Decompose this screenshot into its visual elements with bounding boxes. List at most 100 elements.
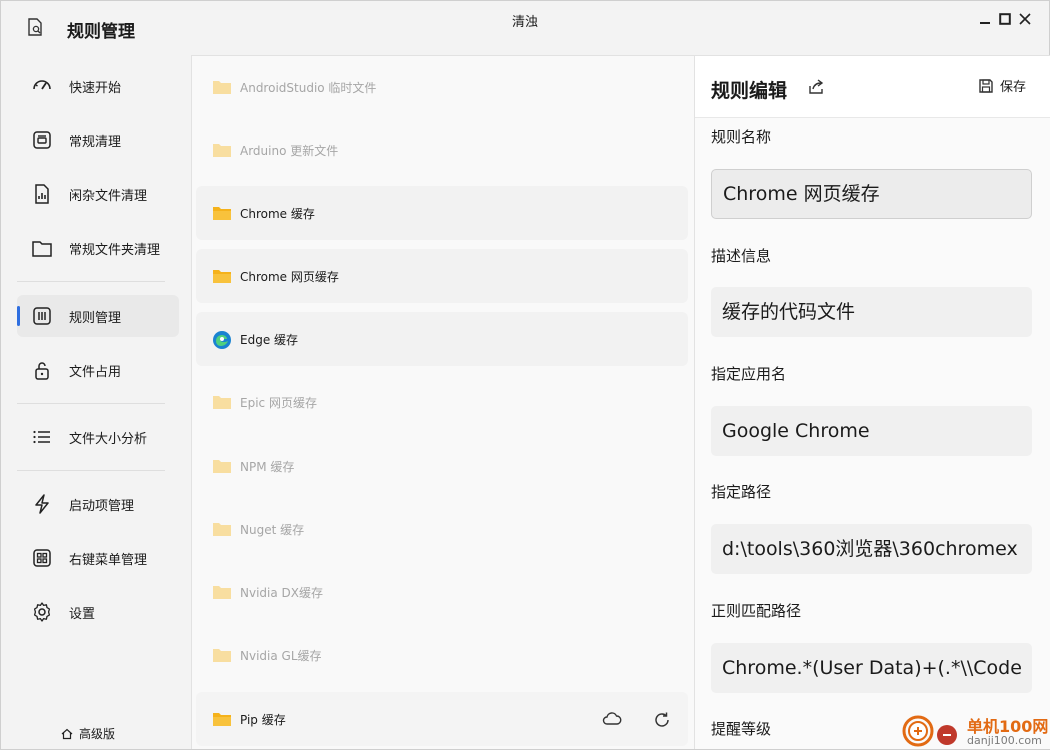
watermark-url: danji100.com [967,734,1042,747]
rule-name-input[interactable]: Chrome 网页缓存 [711,169,1032,219]
folder-icon [212,393,232,411]
close-button[interactable] [1015,9,1035,29]
editor-header: 规则编辑 保存 [695,56,1050,118]
window-title: 清浊 [511,15,538,30]
close-icon [1019,13,1031,25]
folder-icon [212,267,232,285]
folder-icon [212,457,232,475]
sidebar-item-size-analysis[interactable]: 文件大小分析 [17,416,179,458]
path-input[interactable]: d:\tools\360浏览器\360chromex [711,524,1032,574]
sidebar-item-file-usage[interactable]: 文件占用 [17,349,179,391]
folder-icon [212,78,232,96]
rule-row[interactable]: NPM 缓存 [196,439,688,493]
save-button[interactable]: 保存 [978,76,1026,95]
rule-editor: 规则编辑 保存 规则名称 Chrome 网页缓存 描述信息 缓存的代码文件 指定… [694,55,1050,749]
sidebar-item-label: 快速开始 [69,81,122,96]
sidebar-item-rule-management[interactable]: 规则管理 [17,295,179,337]
rule-label: AndroidStudio 临时文件 [240,81,377,95]
unlock-icon [31,359,53,381]
cleaning-icon [31,129,53,151]
rule-row[interactable]: Nuget 缓存 [196,502,688,556]
rule-row[interactable]: Chrome 缓存 [196,186,688,240]
home-icon [61,728,73,739]
sidebar-item-regular-clean[interactable]: 常规清理 [17,119,179,161]
sidebar-item-label: 常规清理 [69,135,122,150]
sidebar-item-label: 启动项管理 [69,499,135,514]
maximize-icon [999,13,1011,25]
maximize-button[interactable] [995,9,1015,29]
alert-level-label: 提醒等级 [711,720,772,738]
regex-path-input[interactable]: Chrome.*(User Data)+(.*\\Code [711,643,1032,693]
rule-label: Pip 缓存 [240,713,286,727]
sidebar-item-quick-start[interactable]: 快速开始 [17,65,179,107]
divider [17,281,165,282]
rule-row[interactable]: Nvidia DX缓存 [196,565,688,619]
sidebar-item-label: 常规文件夹清理 [69,243,161,258]
folder-icon [212,583,232,601]
description-label: 描述信息 [711,247,772,265]
divider [17,403,165,404]
app-window: 规则管理 清浊 快速开始 常规清理 闲杂文件清理 常规文件夹清理 规则管理 文件… [0,0,1050,750]
sidebar-item-settings[interactable]: 设置 [17,591,179,633]
rules-icon [31,305,53,327]
rule-row[interactable]: Pip 缓存 [196,692,688,746]
folder-icon [212,710,232,728]
active-indicator [17,306,20,326]
rule-row[interactable]: Epic 网页缓存 [196,375,688,429]
regex-path-label: 正则匹配路径 [711,602,802,620]
rule-label: Epic 网页缓存 [240,396,317,410]
lightning-icon [31,493,53,515]
rule-label: Arduino 更新文件 [240,144,339,158]
speedometer-icon [31,75,53,97]
rule-label: Nuget 缓存 [240,523,305,537]
list-icon [31,426,53,448]
sidebar-item-label: 规则管理 [69,311,122,326]
rule-row[interactable]: Chrome 网页缓存 [196,249,688,303]
divider [17,470,165,471]
rule-name-label: 规则名称 [711,128,772,146]
sidebar-item-label: 闲杂文件清理 [69,189,148,204]
rule-label: Nvidia DX缓存 [240,586,323,600]
rule-row[interactable]: Edge 缓存 [196,312,688,366]
file-chart-icon [31,183,53,205]
save-icon [979,78,993,93]
rule-row[interactable]: AndroidStudio 临时文件 [196,60,688,114]
title-bar: 规则管理 清浊 [1,1,1049,42]
sidebar-item-misc-files[interactable]: 闲杂文件清理 [17,173,179,215]
watermark-logo-icon [902,715,957,747]
premium-label: 高级版 [79,727,116,741]
app-name-input[interactable]: Google Chrome [711,406,1032,456]
rule-label: Nvidia GL缓存 [240,649,322,663]
minimize-icon [980,22,990,24]
folder-icon [212,520,232,538]
rule-label: Edge 缓存 [240,333,299,347]
minimize-button[interactable] [975,9,995,29]
folder-icon [212,646,232,664]
cloud-icon[interactable] [602,710,622,728]
sidebar-item-label: 文件占用 [69,365,122,380]
share-icon[interactable] [807,78,825,96]
rule-row[interactable]: Nvidia GL缓存 [196,628,688,682]
description-input[interactable]: 缓存的代码文件 [711,287,1032,337]
sidebar-item-context-menu[interactable]: 右键菜单管理 [17,537,179,579]
sidebar: 快速开始 常规清理 闲杂文件清理 常规文件夹清理 规则管理 文件占用 文件大小分… [1,55,191,749]
rule-label: NPM 缓存 [240,460,295,474]
sidebar-item-startup[interactable]: 启动项管理 [17,483,179,525]
grid-icon [31,547,53,569]
rule-list: AndroidStudio 临时文件 Arduino 更新文件 Chrome 缓… [191,55,694,749]
folder-icon [212,204,232,222]
edge-icon [212,330,232,349]
editor-title: 规则编辑 [711,80,788,102]
refresh-icon[interactable] [652,710,672,728]
folder-icon [212,141,232,159]
path-label: 指定路径 [711,483,772,501]
rule-row[interactable]: Arduino 更新文件 [196,123,688,177]
save-label: 保存 [1000,80,1027,95]
premium-button[interactable]: 高级版 [61,725,115,742]
rule-label: Chrome 网页缓存 [240,270,339,284]
app-name-label: 指定应用名 [711,365,787,383]
sidebar-item-label: 设置 [69,607,96,622]
rule-label: Chrome 缓存 [240,207,315,221]
folder-icon [31,237,53,259]
sidebar-item-folder-clean[interactable]: 常规文件夹清理 [17,227,179,269]
